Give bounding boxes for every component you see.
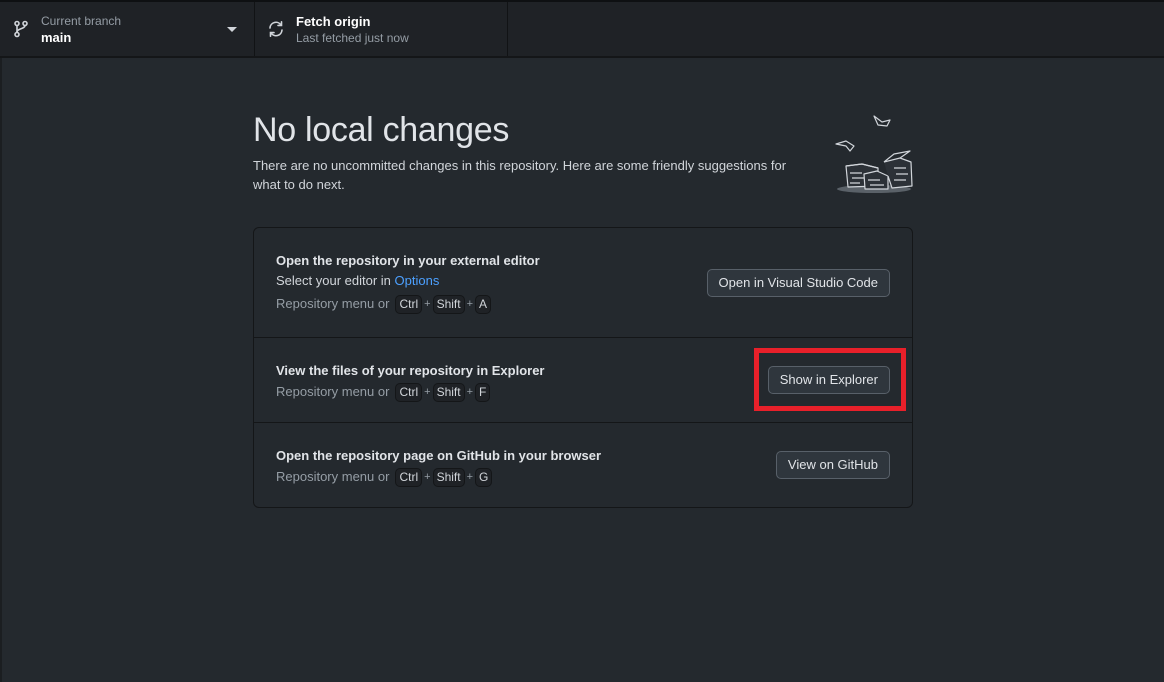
plus-sign: + [466, 471, 474, 483]
fetch-origin-button[interactable]: Fetch origin Last fetched just now [255, 2, 508, 56]
page-title: No local changes [253, 111, 510, 149]
sync-icon [267, 20, 285, 38]
key-shift: Shift [432, 382, 465, 402]
plus-sign: + [424, 386, 431, 398]
plus-sign: + [466, 386, 474, 398]
key-shift: Shift [432, 467, 465, 487]
page-subtitle: There are no uncommitted changes in this… [253, 158, 787, 192]
key-a: A [475, 294, 492, 314]
keyboard-shortcut: Repository menu or Ctrl + Shift + F [276, 382, 545, 402]
branch-label: Current branch [41, 13, 122, 28]
fetch-status: Last fetched just now [296, 30, 409, 45]
suggestion-view-github: Open the repository page on GitHub in yo… [254, 423, 912, 507]
shortcut-prefix: Repository menu or [276, 469, 390, 484]
toolbar: Current branch main Fetch origin Last fe… [0, 0, 1164, 58]
keyboard-shortcut: Repository menu or Ctrl + Shift + G [276, 467, 601, 487]
fetch-label: Fetch origin [296, 13, 371, 29]
current-branch-button[interactable]: Current branch main [0, 2, 255, 56]
key-g: G [475, 467, 493, 487]
plus-sign: + [424, 471, 431, 483]
suggestions-card: Open the repository in your external edi… [253, 227, 913, 508]
key-ctrl: Ctrl [395, 294, 423, 314]
key-f: F [475, 382, 491, 402]
open-in-vscode-button[interactable]: Open in Visual Studio Code [706, 269, 890, 297]
no-changes-header: No local changes There are no uncommitte… [253, 108, 913, 194]
suggestion-title: Open the repository in your external edi… [276, 253, 540, 268]
suggestion-show-explorer: View the files of your repository in Exp… [254, 338, 912, 423]
suggestion-open-editor: Open the repository in your external edi… [254, 228, 912, 338]
suggestion-desc: Select your editor in Options [276, 272, 540, 290]
plus-sign: + [424, 298, 431, 310]
keyboard-shortcut: Repository menu or Ctrl + Shift + A [276, 294, 540, 314]
shortcut-prefix: Repository menu or [276, 384, 390, 399]
show-in-explorer-button[interactable]: Show in Explorer [767, 366, 890, 394]
paper-stack-illustration [832, 110, 916, 196]
key-ctrl: Ctrl [395, 467, 423, 487]
git-branch-icon [12, 20, 30, 38]
window-edge [0, 58, 2, 682]
view-on-github-button[interactable]: View on GitHub [775, 451, 890, 479]
chevron-down-icon [227, 27, 237, 32]
desc-text: Select your editor in [276, 273, 395, 288]
suggestion-title: View the files of your repository in Exp… [276, 363, 545, 378]
suggestion-title: Open the repository page on GitHub in yo… [276, 448, 602, 463]
key-shift: Shift [432, 294, 465, 314]
options-link[interactable]: Options [395, 273, 440, 288]
branch-name: main [41, 29, 72, 45]
shortcut-prefix: Repository menu or [276, 296, 390, 311]
key-ctrl: Ctrl [395, 382, 423, 402]
plus-sign: + [466, 298, 474, 310]
